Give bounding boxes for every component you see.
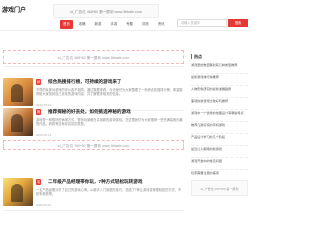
sidebar-item[interactable]: 最新游戏排行榜推荐 (191, 74, 248, 86)
sidebar-list: 游戏里的数值策划有几种类型推荐 最新游戏排行榜推荐 人物形象研究的最新发展趋势 … (191, 62, 248, 182)
sidebar-item[interactable]: 产品设计学习的几个阶段 (191, 134, 248, 146)
ad-banner-middle[interactable]: id_广告位 760*90 第一屏到 www.9bbafe.com (3, 140, 184, 150)
article-title[interactable]: 推荐探秘的好去处，如何挑选神秘的游戏 (48, 108, 183, 116)
article-item[interactable]: 攻 二年级产品经理带你玩，7种方式轻松玩转游戏 一名产品经理分享了自己的游戏心得… (3, 176, 184, 211)
article-tag: 攻 (36, 179, 42, 185)
search-input[interactable]: 请输入关键字 (177, 19, 227, 27)
article-summary: 游戏是一种很好的休闲方式，很多玩家都在寻找新的游戏体验。在这里我们为大家推荐一些… (36, 118, 183, 127)
sidebar: 热点 游戏里的数值策划有几种类型推荐 最新游戏排行榜推荐 人物形象研究的最新发展… (191, 50, 248, 250)
article-tag: 综 (36, 79, 42, 85)
sidebar-item[interactable]: 游戏中一个优秀的地图设计有哪些特点 (191, 110, 248, 122)
article-title[interactable]: 二年级产品经理带你玩，7种方式轻松玩转游戏 (48, 178, 183, 186)
ad-banner-top[interactable]: id_广告位 468*60 第一屏到 www.9bbafe.com (3, 50, 184, 64)
sidebar-ad[interactable]: id_广告位 250*250 第一屏到 (191, 180, 248, 196)
site-logo[interactable]: 游戏门户 (2, 5, 26, 17)
sidebar-item[interactable]: 人物形象研究的最新发展趋势 (191, 86, 248, 98)
nav-item-mobile[interactable]: 手游 (107, 20, 120, 29)
nav-item-new-games[interactable]: 新游 (92, 20, 105, 29)
sidebar-title: 热点 (191, 54, 202, 59)
article-thumbnail[interactable] (3, 108, 33, 136)
article-date: 2023-05-12 (36, 133, 52, 137)
nav-item-home[interactable]: 首页 (60, 20, 73, 29)
article-summary: 不同的玩家对游戏的评价各不相同，通过数据来看，今天我们为大家整理了一份综合热搜排… (36, 88, 183, 97)
sidebar-item[interactable]: 最近让人期待的新游戏 (191, 146, 248, 158)
ad-banner-top-text: id_广告位 468*60 第一屏到 www.9bbafe.com (57, 56, 130, 60)
sidebar-item[interactable]: 游戏里的数值策划有几种类型推荐 (191, 62, 248, 74)
top-ad-banner[interactable]: id_广告位 468*60 第一屏到 www.9bbafe.com (53, 4, 159, 18)
article-title[interactable]: 综合热搜排行榜，可持续的游戏来了 (48, 78, 183, 86)
nav-item-guides[interactable]: 攻略 (76, 20, 89, 29)
sidebar-item[interactable]: 推荐几款好玩的手机游戏 (191, 122, 248, 134)
main-nav: 首页 攻略 新游 手游 专题 评测 资讯 (60, 20, 167, 29)
sidebar-ad-text: id_广告位 250*250 第一屏到 (200, 187, 239, 191)
nav-item-topics[interactable]: 专题 (123, 20, 136, 29)
sidebar-item[interactable]: 游戏开发中的常见问题 (191, 158, 248, 170)
article-thumbnail[interactable] (3, 78, 33, 106)
article-item[interactable]: 推 推荐探秘的好去处，如何挑选神秘的游戏 游戏是一种很好的休闲方式，很多玩家都在… (3, 106, 184, 141)
ad-banner-middle-text: id_广告位 760*90 第一屏到 www.9bbafe.com (57, 144, 130, 148)
article-summary: 一名产品经理分享了自己的游戏心得，从新手入门到进阶技巧，总结了7种让游戏变得更轻… (36, 188, 182, 197)
sidebar-item[interactable]: 事项的新游戏比较好玩推荐 (191, 98, 248, 110)
top-bar: 游戏门户 id_广告位 468*60 第一屏到 www.9bbafe.com 首… (0, 0, 250, 31)
article-thumbnail[interactable] (3, 178, 33, 206)
article-date: 2023-05-12 (36, 203, 52, 207)
nav-item-reviews[interactable]: 评测 (139, 20, 152, 29)
nav-item-news[interactable]: 资讯 (155, 20, 168, 29)
search-button[interactable]: 搜索 (228, 19, 248, 27)
article-tag: 推 (36, 109, 42, 115)
